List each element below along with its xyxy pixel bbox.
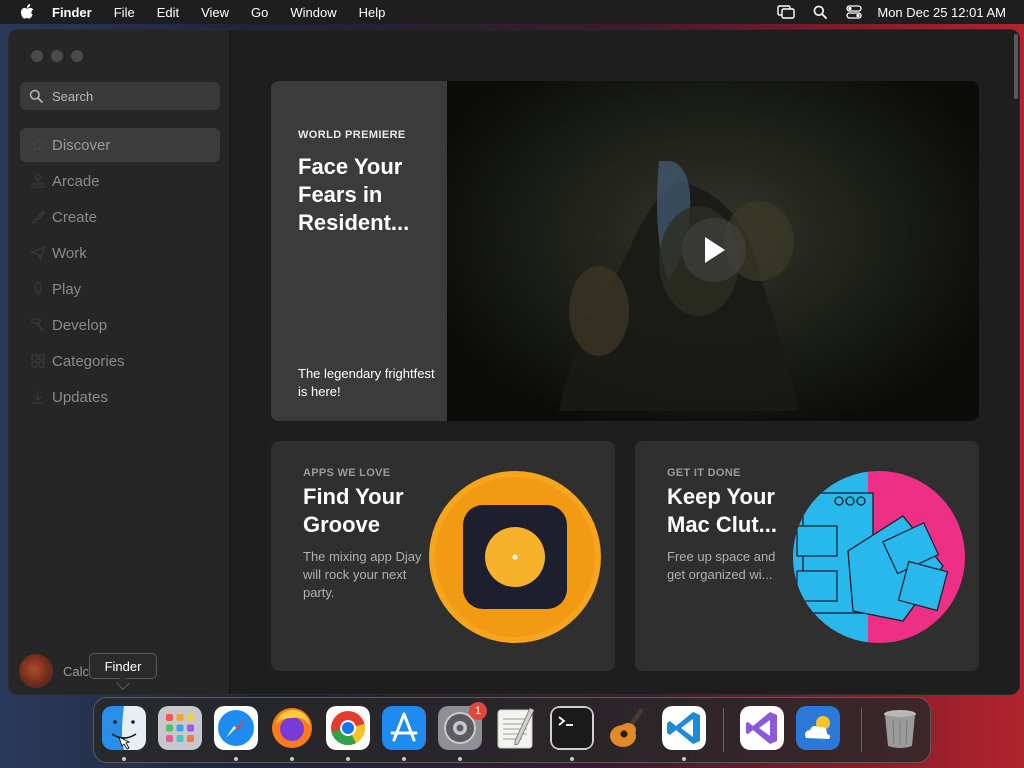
grid-icon [31, 354, 45, 368]
card-subtitle: Free up space and get organized wi... [667, 549, 776, 582]
menu-bar-clock[interactable]: Mon Dec 25 12:01 AM [877, 5, 1006, 20]
sidebar-item-label: Discover [52, 136, 111, 154]
running-indicator [402, 757, 406, 761]
menu-help[interactable]: Help [359, 5, 386, 20]
sidebar-item-work[interactable]: Work [20, 236, 220, 270]
card-eyebrow: APPS WE LOVE [303, 467, 391, 479]
close-window-button[interactable] [31, 50, 43, 62]
video-still-figure [559, 161, 799, 411]
sidebar-item-label: Work [52, 244, 87, 262]
dock-tooltip: Finder [89, 653, 157, 691]
story-card-find-your-groove[interactable]: APPS WE LOVE Find Your Groove The mixing… [271, 441, 615, 671]
menu-file[interactable]: File [114, 5, 135, 20]
app-menu-finder[interactable]: Finder [52, 5, 92, 20]
paperplane-icon [30, 245, 46, 261]
sidebar-item-label: Play [52, 280, 82, 298]
card-title: Find Your Groove [303, 484, 404, 537]
running-indicator [234, 757, 238, 761]
card-title: Keep Your Mac Clut... [667, 484, 778, 537]
apple-menu-icon[interactable] [18, 3, 36, 21]
featured-title: Face Your Fears in Resident... [298, 154, 410, 235]
notification-badge: 1 [469, 702, 487, 720]
finder-icon[interactable] [102, 706, 146, 750]
featured-video-thumbnail[interactable] [447, 81, 979, 421]
featured-story-text: WORLD PREMIERE Face Your Fears in Reside… [271, 81, 447, 421]
menu-view[interactable]: View [201, 5, 229, 20]
sidebar-item-develop[interactable]: Develop [20, 308, 220, 342]
djay-app-icon [429, 471, 601, 643]
sidebar-item-label: Arcade [52, 172, 100, 190]
menu-go[interactable]: Go [251, 5, 268, 20]
control-center-icon[interactable] [845, 4, 863, 20]
account-button[interactable]: Calc [19, 654, 89, 688]
vscode-icon[interactable] [662, 706, 706, 750]
sidebar-item-label: Updates [52, 388, 108, 406]
play-video-button[interactable] [682, 218, 746, 282]
avatar [19, 654, 53, 688]
sidebar-item-play[interactable]: Play [20, 272, 220, 306]
visual-studio-icon[interactable] [740, 706, 784, 750]
featured-eyebrow: WORLD PREMIERE [298, 129, 406, 141]
sidebar-item-categories[interactable]: Categories [20, 344, 220, 378]
weather-icon[interactable] [796, 706, 840, 750]
sidebar: Search Discover Arcade Create Work Play [9, 30, 230, 694]
dock-separator [723, 708, 724, 752]
running-indicator [122, 757, 126, 761]
dock: 1 [93, 697, 931, 763]
safari-icon[interactable] [214, 706, 258, 750]
dock-separator [861, 708, 862, 752]
organizer-illustration [793, 471, 965, 643]
window-controls [31, 50, 91, 62]
running-indicator [458, 757, 462, 761]
card-eyebrow: GET IT DONE [667, 467, 741, 479]
minimize-window-button[interactable] [51, 50, 63, 62]
launchpad-icon[interactable] [158, 706, 202, 750]
rocket-icon [34, 281, 42, 295]
menu-bar: Finder File Edit View Go Window Help Mon… [0, 0, 1024, 24]
search-field[interactable]: Search [20, 82, 220, 110]
discover-content: WORLD PREMIERE Face Your Fears in Reside… [231, 30, 1019, 694]
sidebar-item-label: Categories [52, 352, 125, 370]
garageband-icon[interactable] [606, 706, 650, 750]
scrollbar-thumb[interactable] [1014, 34, 1018, 99]
menu-window[interactable]: Window [290, 5, 336, 20]
search-placeholder: Search [52, 88, 94, 104]
terminal-icon[interactable] [550, 706, 594, 750]
running-indicator [570, 757, 574, 761]
sidebar-item-label: Develop [52, 316, 108, 334]
app-store-icon[interactable] [382, 706, 426, 750]
firefox-icon[interactable] [270, 706, 314, 750]
screen-mirroring-icon[interactable] [777, 4, 796, 20]
running-indicator [682, 757, 686, 761]
tooltip-label: Finder [104, 658, 142, 674]
app-store-window: Search Discover Arcade Create Work Play [8, 29, 1020, 695]
sidebar-item-arcade[interactable]: Arcade [20, 164, 220, 198]
running-indicator [346, 757, 350, 761]
download-icon [32, 391, 44, 404]
sidebar-item-label: Create [52, 208, 98, 226]
sidebar-item-updates[interactable]: Updates [20, 380, 220, 414]
user-name: Calc [63, 663, 90, 679]
joystick-icon [31, 173, 45, 188]
featured-story-card[interactable]: WORLD PREMIERE Face Your Fears in Reside… [271, 81, 979, 421]
card-subtitle: The mixing app Djay will rock your next … [303, 549, 422, 600]
chrome-icon[interactable] [326, 706, 370, 750]
spotlight-search-icon[interactable] [811, 4, 829, 20]
zoom-window-button[interactable] [71, 50, 83, 62]
sidebar-nav: Discover Arcade Create Work Play Develop [20, 128, 220, 416]
featured-subtitle: The legendary frightfest is here! [298, 366, 435, 399]
play-icon [705, 237, 725, 263]
sidebar-item-create[interactable]: Create [20, 200, 220, 234]
running-indicator [290, 757, 294, 761]
paintbrush-icon [32, 209, 45, 224]
menu-edit[interactable]: Edit [157, 5, 179, 20]
textedit-icon[interactable] [494, 706, 538, 750]
hammer-icon [31, 318, 44, 332]
content-scrollbar[interactable] [1013, 30, 1019, 694]
sidebar-item-discover[interactable]: Discover [20, 128, 220, 162]
search-icon [29, 89, 43, 103]
star-icon [30, 137, 46, 152]
story-card-keep-your-mac-clutter-free[interactable]: GET IT DONE Keep Your Mac Clut... Free u… [635, 441, 979, 671]
trash-icon[interactable] [878, 706, 922, 750]
